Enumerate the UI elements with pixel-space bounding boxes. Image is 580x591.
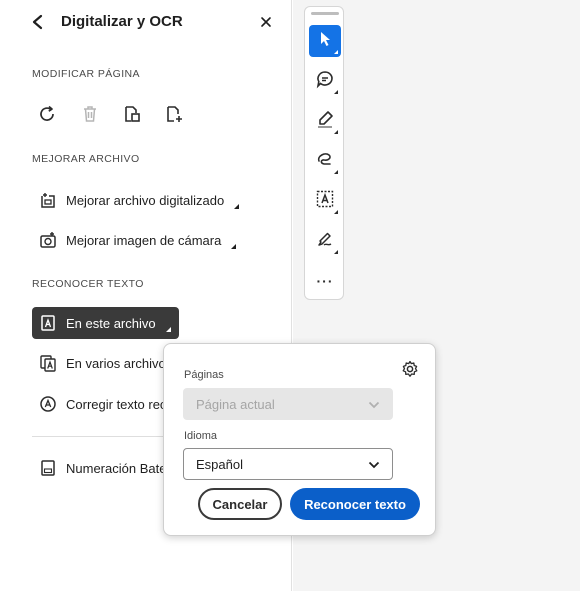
- close-icon[interactable]: [256, 12, 276, 32]
- tool-options-indicator-icon: [334, 50, 338, 54]
- language-label: Idioma: [184, 430, 218, 442]
- text-select-tool-button[interactable]: [309, 185, 341, 217]
- back-icon[interactable]: [28, 12, 48, 32]
- rotate-icon[interactable]: [36, 102, 60, 126]
- highlight-icon: [315, 109, 335, 134]
- quick-tools-toolbar: ···: [304, 6, 344, 300]
- bates-numbering-item[interactable]: Numeración Bate: [32, 452, 174, 484]
- tool-options-indicator-icon: [334, 90, 338, 94]
- sign-icon: [315, 229, 335, 254]
- bates-numbering-icon: [38, 458, 58, 478]
- comment-tool-button[interactable]: [309, 65, 341, 97]
- draw-tool-button[interactable]: [309, 145, 341, 177]
- more-icon: ···: [316, 273, 334, 289]
- more-tools-button[interactable]: ···: [309, 265, 341, 297]
- correct-recognized-text-label: Corregir texto rec: [66, 396, 167, 412]
- enhance-camera-image-label: Mejorar imagen de cámara: [66, 232, 222, 248]
- enhance-scanned-file-item[interactable]: Mejorar archivo digitalizado: [32, 184, 247, 216]
- cancel-button[interactable]: Cancelar: [198, 488, 282, 520]
- pages-select-value: Página actual: [196, 396, 275, 412]
- select-icon: [318, 31, 332, 52]
- delete-icon[interactable]: [78, 102, 102, 126]
- chevron-down-icon: [368, 397, 380, 412]
- submenu-indicator-icon: [234, 204, 240, 209]
- language-select-value: Español: [196, 456, 243, 472]
- extract-page-icon[interactable]: [120, 102, 144, 126]
- correct-text-icon: [38, 394, 58, 414]
- ocr-file-icon: [38, 313, 58, 333]
- tool-options-indicator-icon: [334, 250, 338, 254]
- ocr-settings-popover: Páginas Página actual Idioma Español Can…: [163, 343, 436, 536]
- correct-recognized-text-item[interactable]: Corregir texto rec: [32, 388, 174, 420]
- section-heading-recognize: RECONOCER TEXTO: [32, 278, 144, 290]
- sign-tool-button[interactable]: [309, 225, 341, 257]
- section-heading-modify: MODIFICAR PÁGINA: [32, 68, 140, 80]
- ocr-multiple-files-item[interactable]: En varios archivos: [32, 347, 180, 379]
- ocr-this-file-label: En este archivo: [66, 315, 156, 331]
- select-tool-button[interactable]: [309, 25, 341, 57]
- tool-options-indicator-icon: [334, 170, 338, 174]
- ocr-multiple-files-icon: [38, 353, 58, 373]
- enhance-camera-icon: [38, 230, 58, 250]
- enhance-camera-image-item[interactable]: Mejorar imagen de cámara: [32, 224, 244, 256]
- highlight-tool-button[interactable]: [309, 105, 341, 137]
- enhance-scanned-file-label: Mejorar archivo digitalizado: [66, 192, 225, 208]
- language-select[interactable]: Español: [183, 448, 393, 480]
- submenu-indicator-icon: [231, 244, 237, 249]
- tool-options-indicator-icon: [334, 130, 338, 134]
- pages-label: Páginas: [184, 369, 224, 381]
- enhance-scan-icon: [38, 190, 58, 210]
- comment-icon: [315, 69, 335, 94]
- recognize-text-button[interactable]: Reconocer texto: [290, 488, 420, 520]
- section-heading-improve: MEJORAR ARCHIVO: [32, 153, 140, 165]
- draw-icon: [315, 149, 335, 174]
- panel-title: Digitalizar y OCR: [61, 13, 183, 30]
- modify-page-tools: [36, 102, 186, 126]
- insert-page-icon[interactable]: [162, 102, 186, 126]
- pages-select: Página actual: [183, 388, 393, 420]
- gear-icon[interactable]: [400, 359, 420, 379]
- ocr-multiple-files-label: En varios archivos: [66, 355, 173, 371]
- bates-numbering-label: Numeración Bate: [66, 460, 167, 476]
- text-select-icon: [315, 189, 335, 214]
- ocr-this-file-item[interactable]: En este archivo: [32, 307, 179, 339]
- submenu-indicator-icon: [165, 327, 171, 332]
- tool-options-indicator-icon: [334, 210, 338, 214]
- toolbar-drag-handle[interactable]: [311, 12, 339, 15]
- chevron-down-icon: [368, 457, 380, 472]
